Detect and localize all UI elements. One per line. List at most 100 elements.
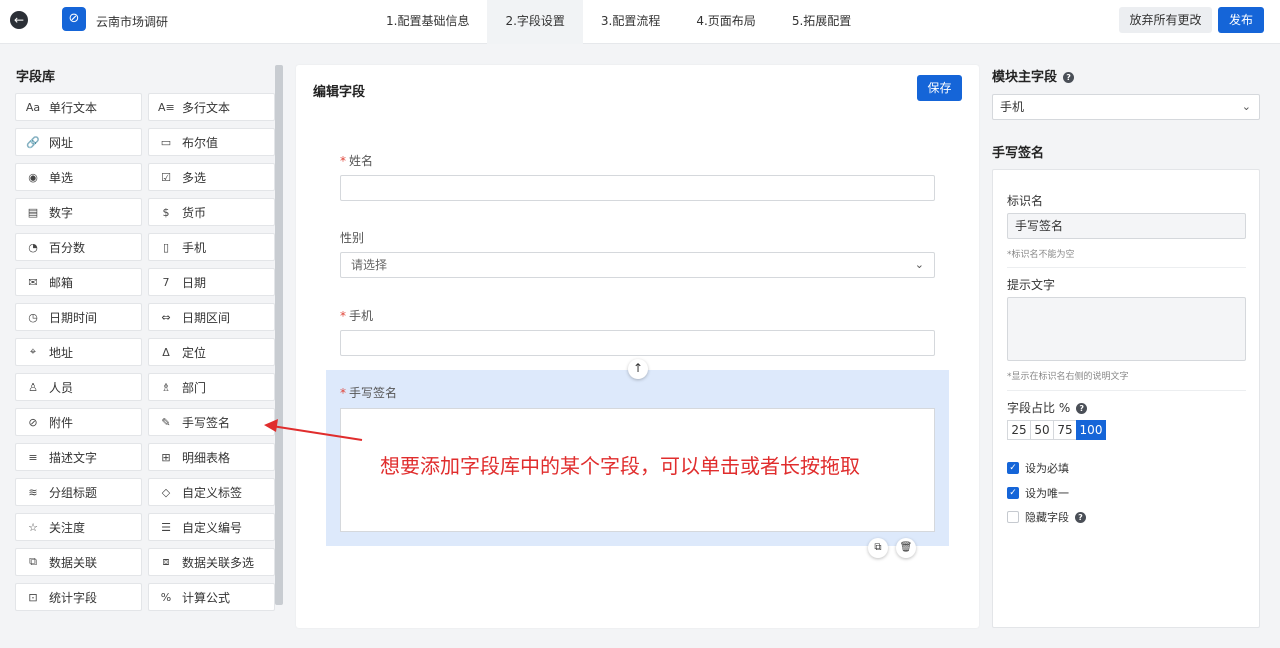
library-item[interactable]: ▤ 数字	[15, 198, 142, 226]
back-arrow-icon[interactable]: ←	[10, 11, 28, 29]
library-scrollbar[interactable]	[275, 65, 283, 605]
checkbox-checked-icon[interactable]: ✓	[1007, 462, 1019, 474]
library-item[interactable]: ⊘ 附件	[15, 408, 142, 436]
library-item[interactable]: ≋ 分组标题	[15, 478, 142, 506]
field-type-icon: ⧈	[162, 555, 170, 568]
ratio-100-button[interactable]: 100	[1076, 420, 1106, 440]
library-item[interactable]: ⧉ 数据关联	[15, 548, 142, 576]
tab-field-settings[interactable]: 2.字段设置	[487, 0, 583, 44]
phone-input[interactable]	[340, 330, 935, 356]
field-type-icon: ◔	[28, 240, 38, 254]
library-item[interactable]: ▯ 手机	[148, 233, 275, 261]
field-type-icon: ≡	[28, 450, 38, 464]
library-item-label: 日期	[182, 275, 207, 290]
library-item[interactable]: Aa 单行文本	[15, 93, 142, 121]
field-type-icon: ⊘	[28, 415, 38, 429]
ratio-25-button[interactable]: 25	[1007, 420, 1031, 440]
tip-text-input[interactable]	[1007, 297, 1246, 361]
field-library-title: 字段库	[16, 70, 56, 85]
divider	[1007, 390, 1246, 391]
library-item[interactable]: ◇ 自定义标签	[148, 478, 275, 506]
required-option[interactable]: ✓ 设为必填	[1007, 460, 1069, 476]
copy-icon[interactable]: ⧉	[868, 538, 888, 558]
checkbox-icon[interactable]	[1007, 511, 1019, 523]
library-item-label: 多行文本	[182, 100, 231, 115]
field-type-icon: ⊡	[28, 590, 38, 604]
help-icon[interactable]: ?	[1075, 511, 1086, 523]
library-item-label: 多选	[182, 170, 207, 185]
library-item[interactable]: $ 货币	[148, 198, 275, 226]
unique-option[interactable]: ✓ 设为唯一	[1007, 485, 1069, 501]
library-item[interactable]: ♗ 部门	[148, 373, 275, 401]
library-item[interactable]: 7 日期	[148, 268, 275, 296]
field-type-icon: 7	[162, 275, 170, 289]
field-type-icon: A≡	[158, 100, 175, 114]
library-item[interactable]: ◉ 单选	[15, 163, 142, 191]
library-item[interactable]: ◔ 百分数	[15, 233, 142, 261]
library-item-label: 网址	[49, 135, 74, 150]
discard-changes-button[interactable]: 放弃所有更改	[1119, 7, 1212, 33]
library-item-label: 手机	[182, 240, 207, 255]
annotation-arrow-icon	[264, 419, 363, 441]
library-item[interactable]: % 计算公式	[148, 583, 275, 611]
library-item-label: 附件	[49, 415, 74, 430]
field-type-icon: ♙	[28, 380, 38, 394]
library-item[interactable]: ☑ 多选	[148, 163, 275, 191]
hidden-option[interactable]: 隐藏字段?	[1007, 509, 1086, 525]
field-type-icon: ◉	[28, 170, 38, 184]
library-item-label: 自定义编号	[182, 520, 243, 535]
field-type-icon: %	[160, 590, 172, 604]
field-type-icon: ≋	[28, 485, 38, 499]
library-item[interactable]: Δ 定位	[148, 338, 275, 366]
name-input[interactable]	[340, 175, 935, 201]
field-type-icon: ⇔	[161, 310, 171, 324]
top-bar: ← ⊘ 云南市场调研 1.配置基础信息 2.字段设置 3.配置流程 4.页面布局…	[0, 0, 1280, 44]
library-item[interactable]: ⊞ 明细表格	[148, 443, 275, 471]
annotation-text: 想要添加字段库中的某个字段，可以单击或者长按拖取	[380, 454, 860, 478]
library-item[interactable]: ▭ 布尔值	[148, 128, 275, 156]
library-item[interactable]: ⇔ 日期区间	[148, 303, 275, 331]
library-item-label: 数据关联多选	[182, 555, 255, 570]
library-item[interactable]: ☆ 关注度	[15, 513, 142, 541]
tab-page-layout[interactable]: 4.页面布局	[678, 0, 773, 44]
publish-button[interactable]: 发布	[1218, 7, 1264, 33]
library-item[interactable]: ✎ 手写签名	[148, 408, 275, 436]
tab-extension[interactable]: 5.拓展配置	[774, 0, 869, 44]
tab-workflow[interactable]: 3.配置流程	[583, 0, 678, 44]
help-icon[interactable]: ?	[1063, 72, 1075, 83]
library-item[interactable]: ⌖ 地址	[15, 338, 142, 366]
id-name-input[interactable]: 手写签名	[1007, 213, 1246, 239]
help-icon[interactable]: ?	[1076, 403, 1088, 414]
library-item[interactable]: ◷ 日期时间	[15, 303, 142, 331]
library-item[interactable]: ♙ 人员	[15, 373, 142, 401]
checkbox-checked-icon[interactable]: ✓	[1007, 487, 1019, 499]
field-type-icon: ✎	[161, 415, 171, 429]
library-item-label: 布尔值	[182, 135, 219, 150]
tab-basic-info[interactable]: 1.配置基础信息	[368, 0, 487, 44]
ratio-75-button[interactable]: 75	[1053, 420, 1077, 440]
move-up-arrow-icon[interactable]: ↑	[628, 359, 648, 379]
library-item-label: 自定义标签	[182, 485, 243, 500]
chevron-down-icon: ⌄	[1241, 100, 1251, 113]
library-item[interactable]: ✉ 邮箱	[15, 268, 142, 296]
delete-trash-icon[interactable]: 🗑	[896, 538, 916, 558]
library-item[interactable]: ≡ 描述文字	[15, 443, 142, 471]
id-name-label: 标识名	[1007, 194, 1044, 208]
library-item[interactable]: A≡ 多行文本	[148, 93, 275, 121]
field-type-icon: ▯	[162, 240, 170, 254]
ratio-label: 字段占比 %?	[1007, 399, 1088, 416]
main-field-select[interactable]: 手机 ⌄	[992, 94, 1260, 120]
library-item-label: 数据关联	[49, 555, 98, 570]
ratio-50-button[interactable]: 50	[1030, 420, 1054, 440]
library-item[interactable]: ⧈ 数据关联多选	[148, 548, 275, 576]
library-item-label: 邮箱	[49, 275, 74, 290]
library-item[interactable]: ⊡ 统计字段	[15, 583, 142, 611]
library-item-label: 日期区间	[182, 310, 231, 325]
save-button[interactable]: 保存	[917, 75, 962, 101]
gender-select[interactable]: 请选择 ⌄	[340, 252, 935, 278]
library-item[interactable]: ☰ 自定义编号	[148, 513, 275, 541]
field-type-icon: ⌖	[29, 345, 37, 358]
library-item[interactable]: 🔗 网址	[15, 128, 142, 156]
signature-field-label: * 手写签名	[340, 386, 398, 400]
field-type-icon: ▤	[27, 205, 39, 219]
